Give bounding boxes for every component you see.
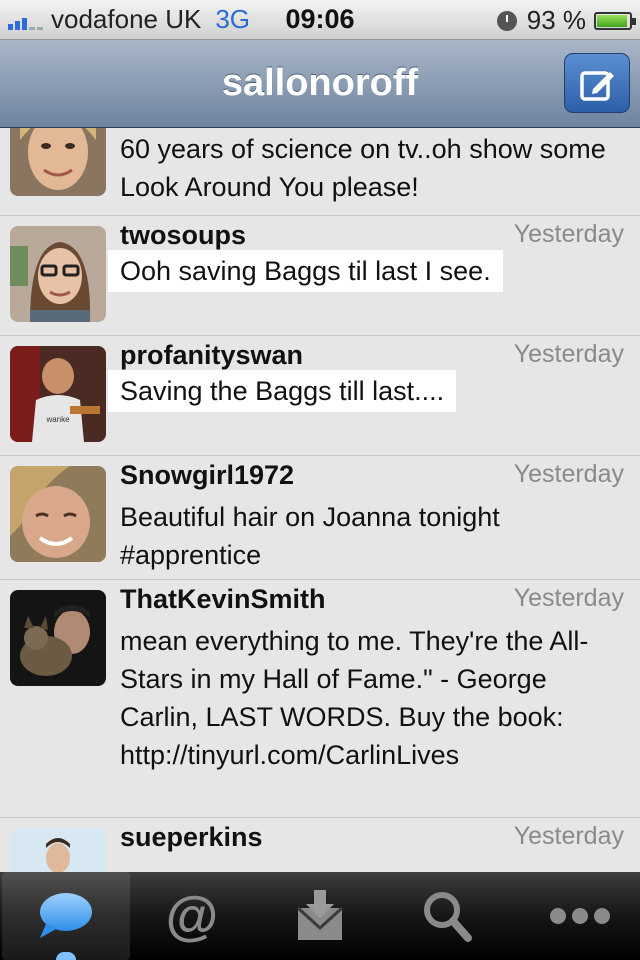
navigation-bar: sallonoroff bbox=[0, 40, 640, 128]
tweet-text: Saving the Baggs till last.... bbox=[108, 370, 457, 412]
highlighted-text: Ooh saving Baggs til last I see. bbox=[108, 250, 503, 292]
tweet-username[interactable]: sueperkins bbox=[120, 822, 263, 853]
avatar[interactable] bbox=[10, 828, 106, 872]
tweet-timestamp: Yesterday bbox=[513, 584, 624, 612]
status-bar: vodafone UK 3G 09:06 93 % bbox=[0, 0, 640, 40]
tweet-row[interactable]: wanke profanityswan Yesterday Saving the… bbox=[0, 336, 640, 456]
tweet-row[interactable]: ThatKevinSmith Yesterday mean everything… bbox=[0, 580, 640, 818]
tweet-timestamp: Yesterday bbox=[513, 220, 624, 248]
avatar[interactable]: wanke bbox=[10, 346, 106, 442]
tab-messages[interactable] bbox=[256, 872, 384, 960]
tweet-text: 60 years of science on tv..oh show some … bbox=[120, 134, 606, 202]
alarm-clock-icon bbox=[496, 10, 517, 31]
at-sign-icon: @ bbox=[166, 888, 219, 944]
highlighted-text: Saving the Baggs till last.... bbox=[108, 370, 457, 412]
tweet-username[interactable]: profanityswan bbox=[120, 340, 303, 371]
tab-search[interactable] bbox=[384, 872, 512, 960]
avatar[interactable] bbox=[10, 128, 106, 196]
tab-bar: @ bbox=[0, 872, 640, 960]
tweet-username[interactable]: Snowgirl1972 bbox=[120, 460, 294, 491]
avatar[interactable] bbox=[10, 226, 106, 322]
tweet-username[interactable]: twosoups bbox=[120, 220, 246, 251]
tweet-timestamp: Yesterday bbox=[513, 340, 624, 368]
avatar[interactable] bbox=[10, 466, 106, 562]
tweet-row[interactable]: Snowgirl1972 Yesterday Beautiful hair on… bbox=[0, 456, 640, 580]
tweet-username[interactable]: ThatKevinSmith bbox=[120, 584, 326, 615]
compose-button[interactable] bbox=[564, 53, 630, 113]
tweet-timeline[interactable]: 60 years of science on tv..oh show some … bbox=[0, 128, 640, 872]
tweet-timestamp: Yesterday bbox=[513, 822, 624, 850]
tweet-text: mean everything to me. They're the All-S… bbox=[120, 626, 589, 770]
tab-timeline[interactable] bbox=[2, 872, 130, 960]
magnifier-icon bbox=[424, 892, 472, 942]
battery-icon bbox=[594, 11, 636, 30]
inbox-icon bbox=[296, 890, 344, 940]
tab-mentions[interactable]: @ bbox=[128, 872, 256, 960]
svg-text:wanke: wanke bbox=[45, 415, 70, 424]
ellipsis-icon bbox=[550, 908, 610, 924]
active-tab-indicator bbox=[56, 952, 76, 960]
tweet-row[interactable]: 60 years of science on tv..oh show some … bbox=[0, 128, 640, 216]
battery-percent: 93 % bbox=[526, 5, 586, 35]
compose-icon bbox=[580, 71, 614, 101]
tweet-row[interactable]: sueperkins Yesterday bbox=[0, 818, 640, 872]
battery-group: 93 % bbox=[496, 5, 636, 36]
svg-text:@: @ bbox=[166, 888, 219, 944]
tweet-text: Beautiful hair on Joanna tonight #appren… bbox=[120, 502, 500, 570]
avatar[interactable] bbox=[10, 590, 106, 686]
tweet-timestamp: Yesterday bbox=[513, 460, 624, 488]
tweet-text: Ooh saving Baggs til last I see. bbox=[108, 250, 503, 292]
tab-more[interactable] bbox=[512, 872, 640, 960]
tweet-row[interactable]: twosoups Yesterday Ooh saving Baggs til … bbox=[0, 216, 640, 336]
speech-bubble-icon bbox=[40, 893, 92, 938]
page-title: sallonoroff bbox=[221, 62, 419, 104]
